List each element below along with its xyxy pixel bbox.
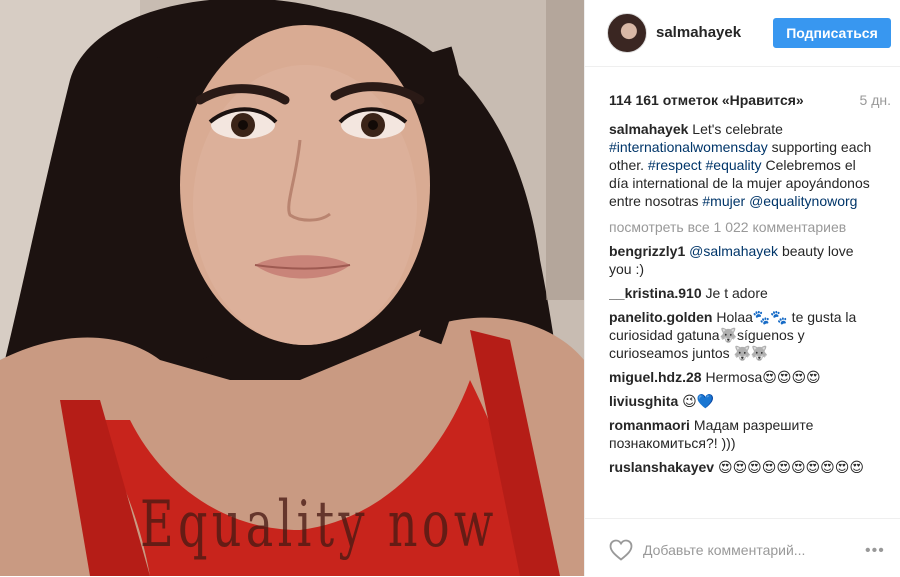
caption-author[interactable]: salmahayek (609, 121, 688, 137)
hashtag-link[interactable]: #equality (706, 157, 762, 173)
instagram-post-viewer: Equality now salmahayek Подписаться 114 … (0, 0, 900, 576)
post-photo[interactable]: Equality now (0, 0, 584, 576)
post-caption: salmahayek Let's celebrate #internationa… (609, 120, 877, 210)
comments-fade (609, 496, 877, 518)
comment-item: __kristina.910 Je t adore (609, 284, 877, 302)
more-options-icon[interactable]: ••• (865, 542, 885, 560)
avatar[interactable] (607, 13, 647, 53)
comment-author[interactable]: liviusghita (609, 393, 678, 409)
comment-item: panelito.golden Holaa🐾🐾 te gusta la curi… (609, 308, 877, 362)
mention-link[interactable]: @salmahayek (689, 243, 778, 259)
heart-icon[interactable] (609, 539, 633, 561)
photo-overlay-text: Equality now (140, 488, 498, 562)
hashtag-link[interactable]: #internationalwomensday (609, 139, 768, 155)
comment-item: liviusghita 😉💙 (609, 392, 877, 410)
comment-input[interactable] (643, 540, 847, 560)
caption-text: Let's celebrate (692, 121, 783, 137)
comment-footer: ••• (585, 518, 900, 577)
comment-item: ruslanshakayev 😍😍😍😍😍😍😍😍😍😍 (609, 458, 877, 476)
comment-author[interactable]: romanmaori (609, 417, 690, 433)
hashtag-link[interactable]: #respect (648, 157, 702, 173)
follow-button[interactable]: Подписаться (773, 18, 891, 48)
likes-count[interactable]: 114 161 отметок «Нравится» (609, 92, 804, 108)
hashtag-link[interactable]: #mujer (702, 193, 745, 209)
mention-link[interactable]: @equalitynoworg (749, 193, 857, 209)
comment-text: Je t adore (705, 285, 768, 301)
header-username[interactable]: salmahayek (656, 24, 741, 41)
comment-item: bengrizzly1 @salmahayek beauty love you … (609, 242, 877, 278)
comment-text: 😉💙 (682, 393, 715, 409)
comment-author[interactable]: panelito.golden (609, 309, 712, 325)
comment-author[interactable]: __kristina.910 (609, 285, 702, 301)
post-side-panel: salmahayek Подписаться 114 161 отметок «… (584, 0, 900, 576)
likes-row: 114 161 отметок «Нравится» 5 дн. (609, 92, 891, 112)
comment-author[interactable]: ruslanshakayev (609, 459, 714, 475)
view-all-comments-link[interactable]: посмотреть все 1 022 комментариев (609, 218, 877, 236)
comment-author[interactable]: miguel.hdz.28 (609, 369, 702, 385)
comment-text: 😍😍😍😍😍😍😍😍😍😍 (717, 459, 864, 475)
comment-item: romanmaori Мадам разрешите познакомиться… (609, 416, 877, 452)
comment-author[interactable]: bengrizzly1 (609, 243, 685, 259)
comment-text: Hermosa😍😍😍😍 (705, 369, 821, 385)
post-age[interactable]: 5 дн. (860, 92, 891, 108)
post-header: salmahayek Подписаться (585, 0, 900, 67)
comment-item: miguel.hdz.28 Hermosa😍😍😍😍 (609, 368, 877, 386)
comments-list[interactable]: salmahayek Let's celebrate #internationa… (609, 120, 877, 518)
